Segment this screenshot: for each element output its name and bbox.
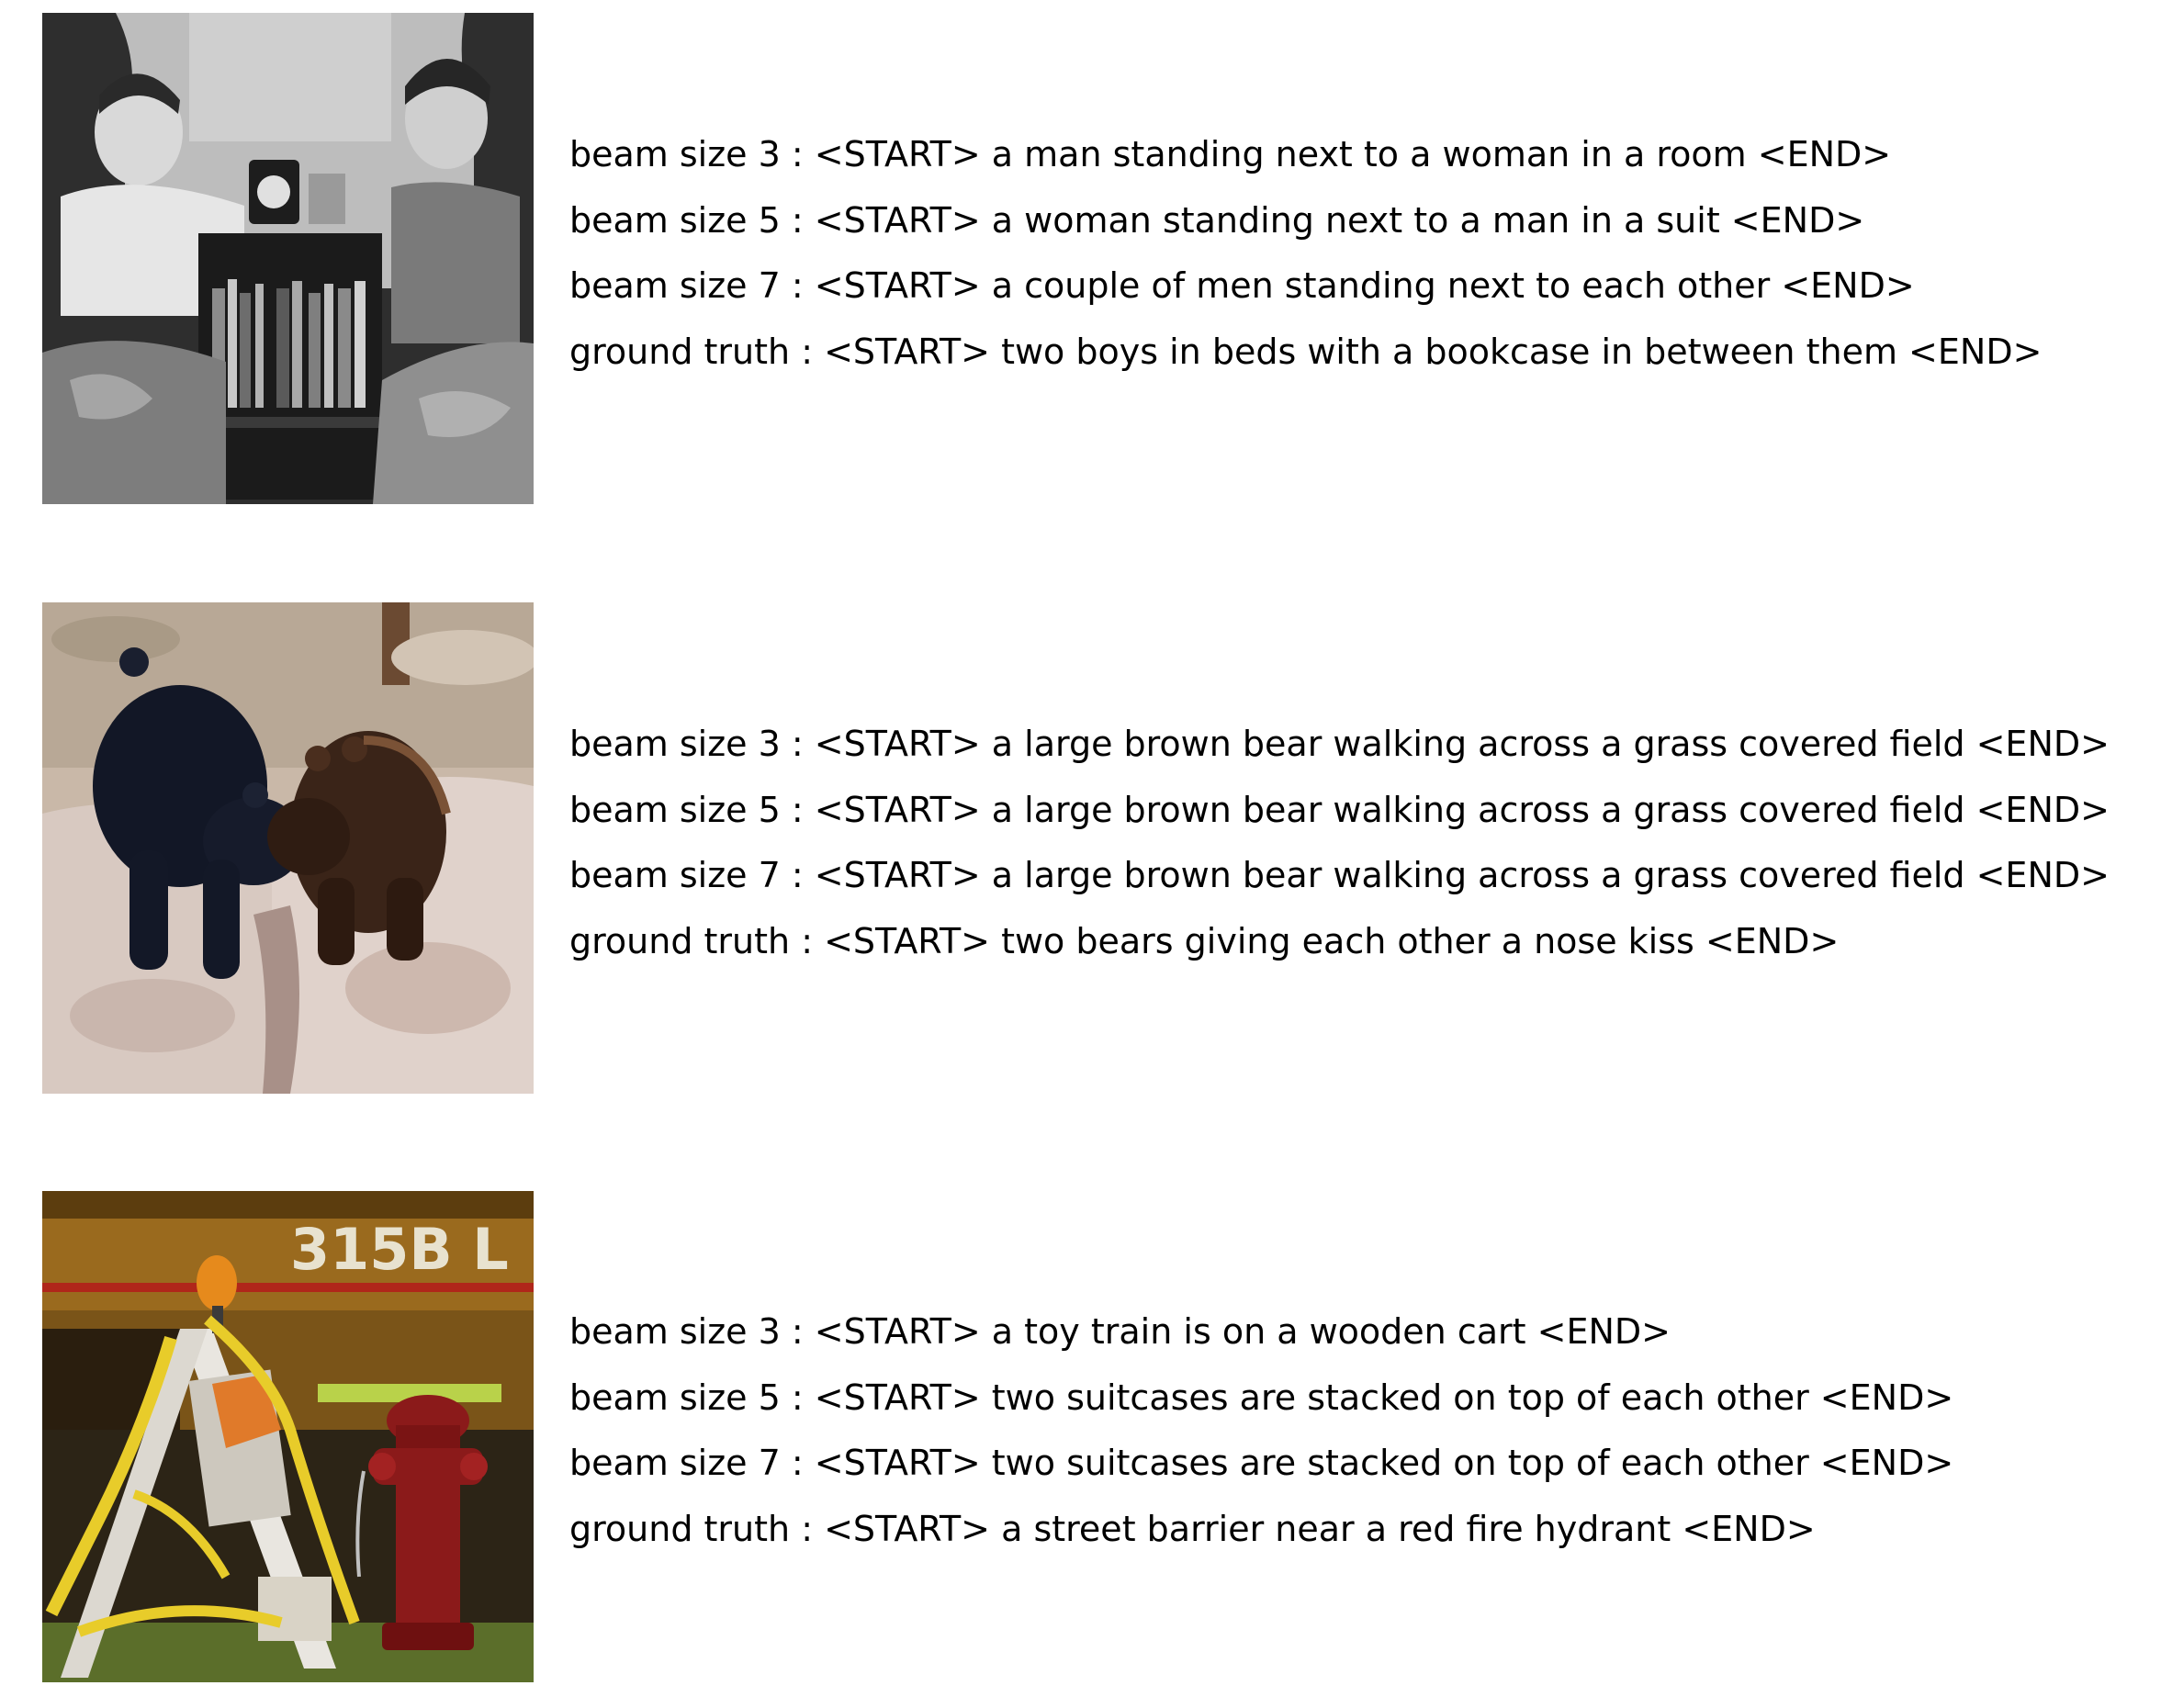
caption-text: <START> two bears giving each other a no… — [824, 920, 1840, 961]
caption-label: beam size 7 — [569, 1443, 781, 1483]
caption-label: beam size 3 — [569, 1311, 781, 1352]
caption-separator: : — [780, 724, 815, 764]
caption-text: <START> a large brown bear walking acros… — [814, 855, 2110, 895]
caption-list: beam size 3 : <START> a man standing nex… — [569, 122, 2042, 385]
caption-beam-5: beam size 5 : <START> a woman standing n… — [569, 188, 2042, 254]
caption-text: <START> a man standing next to a woman i… — [814, 134, 1892, 174]
caption-label: ground truth — [569, 920, 791, 961]
caption-ground-truth: ground truth : <START> two bears giving … — [569, 909, 2110, 975]
caption-separator: : — [780, 1311, 815, 1352]
caption-beam-7: beam size 7 : <START> a couple of men st… — [569, 253, 2042, 320]
caption-text: <START> a toy train is on a wooden cart … — [814, 1311, 1671, 1352]
caption-label: beam size 5 — [569, 199, 781, 241]
photo-two-bears-graphic — [42, 602, 534, 1094]
caption-separator: : — [790, 331, 825, 372]
caption-list: beam size 3 : <START> a large brown bear… — [569, 712, 2110, 974]
caption-beam-3: beam size 3 : <START> a toy train is on … — [569, 1299, 1953, 1365]
caption-label: beam size 5 — [569, 1377, 781, 1418]
caption-beam-3: beam size 3 : <START> a man standing nex… — [569, 122, 2042, 188]
photo-barrier-hydrant-graphic: 315B L — [42, 1191, 534, 1682]
caption-separator: : — [780, 1377, 815, 1418]
caption-separator: : — [790, 920, 825, 961]
caption-ground-truth: ground truth : <START> two boys in beds … — [569, 320, 2042, 386]
caption-list: beam size 3 : <START> a toy train is on … — [569, 1299, 1953, 1562]
caption-ground-truth: ground truth : <START> a street barrier … — [569, 1497, 1953, 1563]
photo-two-bears — [42, 602, 534, 1094]
caption-separator: : — [780, 265, 815, 306]
caption-separator: : — [780, 789, 815, 830]
photo-two-boys-bookcase — [42, 13, 534, 504]
caption-beam-7: beam size 7 : <START> two suitcases are … — [569, 1431, 1953, 1497]
caption-separator: : — [780, 134, 815, 174]
caption-text: <START> a street barrier near a red fire… — [824, 1508, 1816, 1549]
caption-beam-5: beam size 5 : <START> a large brown bear… — [569, 778, 2110, 844]
caption-label: beam size 3 — [569, 724, 781, 764]
caption-text: <START> two boys in beds with a bookcase… — [824, 331, 2043, 372]
caption-label: beam size 7 — [569, 855, 781, 895]
caption-text: <START> a couple of men standing next to… — [814, 265, 1915, 306]
caption-label: beam size 7 — [569, 265, 781, 306]
caption-text: <START> a woman standing next to a man i… — [814, 199, 1865, 241]
caption-label: ground truth — [569, 331, 791, 372]
caption-beam-3: beam size 3 : <START> a large brown bear… — [569, 712, 2110, 778]
caption-text: <START> two suitcases are stacked on top… — [814, 1443, 1954, 1483]
caption-text: <START> two suitcases are stacked on top… — [814, 1377, 1954, 1418]
caption-text: <START> a large brown bear walking acros… — [814, 789, 2110, 830]
caption-text: <START> a large brown bear walking acros… — [814, 724, 2110, 764]
caption-beam-5: beam size 5 : <START> two suitcases are … — [569, 1365, 1953, 1432]
caption-label: beam size 3 — [569, 134, 781, 174]
excavator-model-text: 315B L — [290, 1216, 509, 1283]
caption-beam-7: beam size 7 : <START> a large brown bear… — [569, 843, 2110, 909]
caption-separator: : — [780, 855, 815, 895]
caption-separator: : — [780, 199, 815, 241]
caption-label: beam size 5 — [569, 789, 781, 830]
caption-label: ground truth — [569, 1508, 791, 1549]
caption-separator: : — [780, 1443, 815, 1483]
caption-separator: : — [790, 1508, 825, 1549]
photo-barrier-hydrant: 315B L — [42, 1191, 534, 1682]
photo-two-boys-bookcase-graphic — [42, 13, 534, 504]
